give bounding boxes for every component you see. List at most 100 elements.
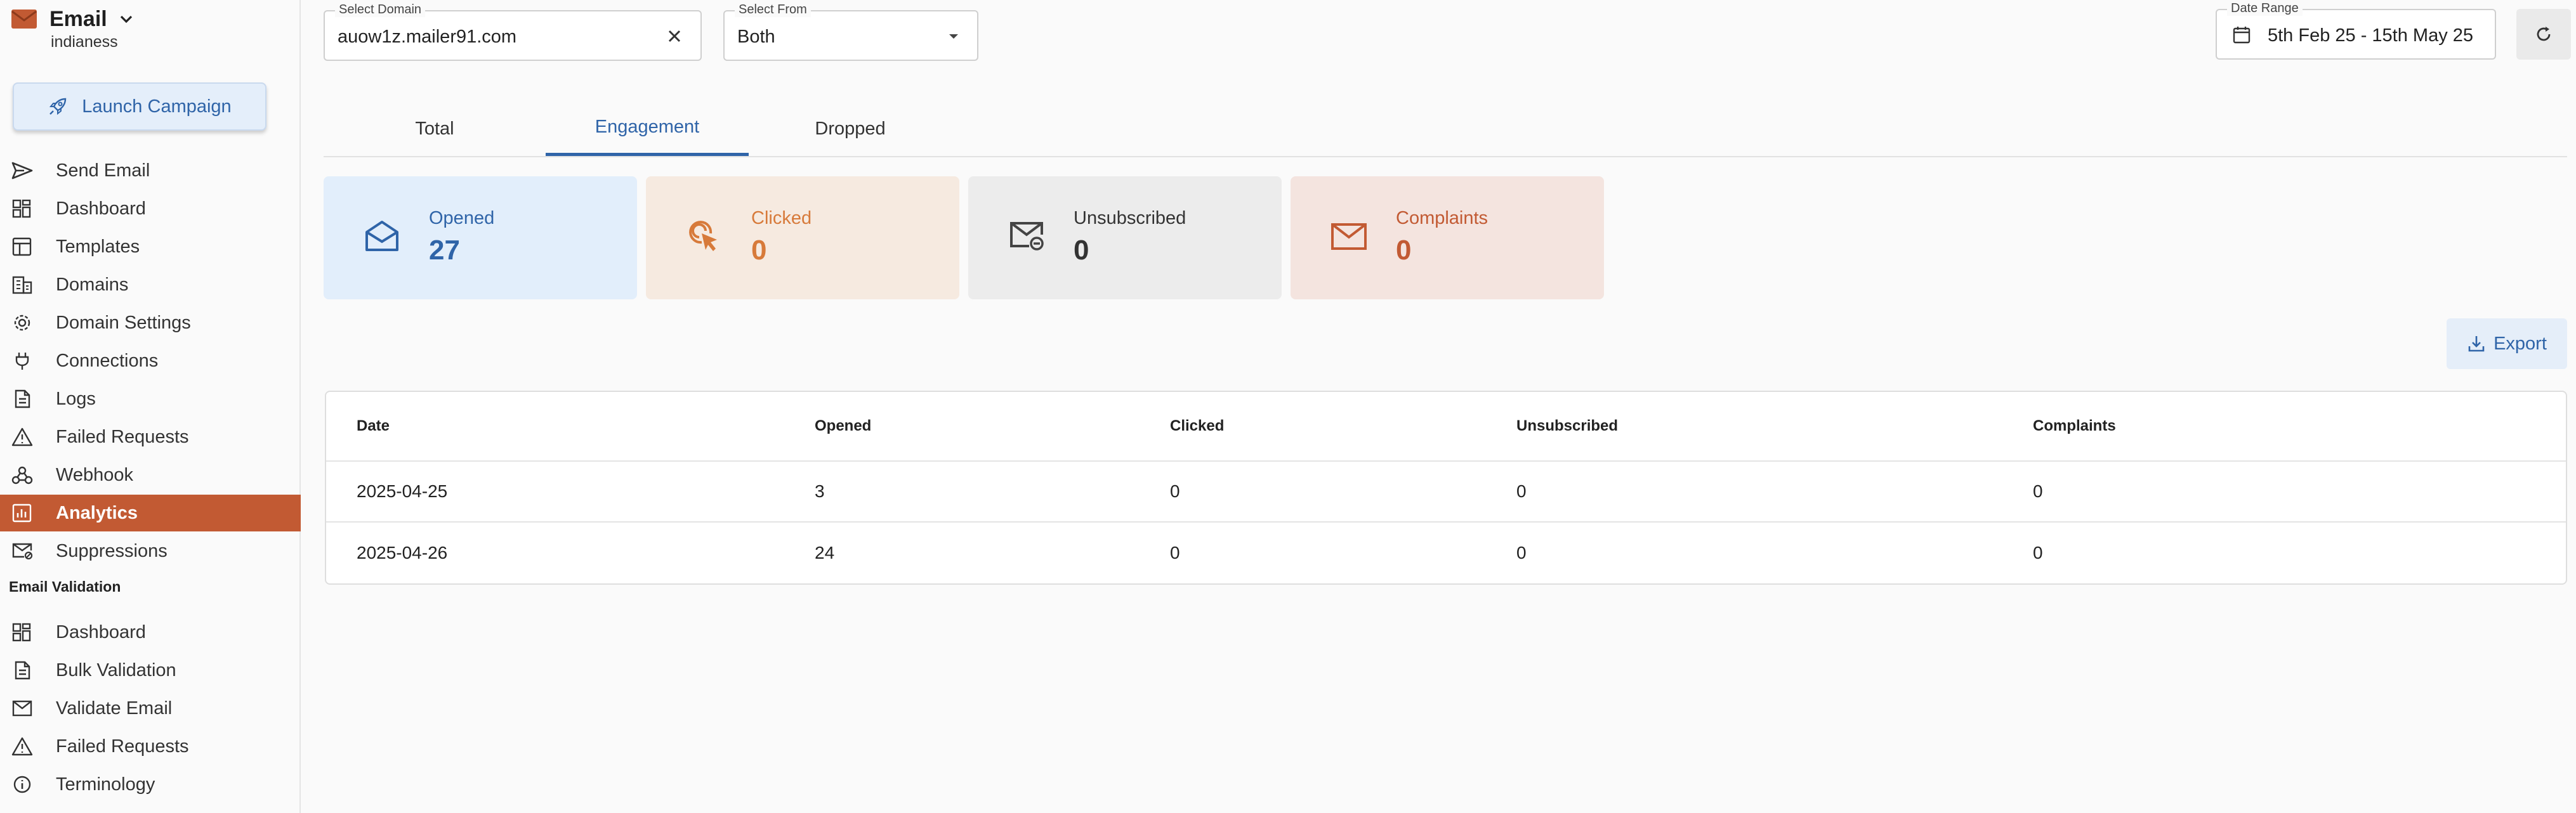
close-icon[interactable] — [664, 25, 685, 47]
webhook-icon — [11, 466, 33, 485]
sidebar-item-label: Dashboard — [56, 621, 146, 642]
cell-clicked: 0 — [1170, 481, 1180, 501]
complaints-label: Complaints — [1396, 208, 1488, 228]
unsubscribed-label: Unsubscribed — [1074, 208, 1186, 228]
mail-block-icon — [12, 543, 33, 560]
column-header-opened[interactable]: Opened — [815, 392, 871, 460]
cell-date: 2025-04-25 — [357, 481, 448, 501]
tab-engagement[interactable]: Engagement — [546, 101, 749, 156]
domain-select-value: auow1z.mailer91.com — [338, 27, 517, 47]
cell-date: 2025-04-26 — [357, 543, 448, 563]
brand-title: Email — [49, 6, 107, 31]
mail-icon — [1331, 223, 1367, 250]
caret-down-icon — [949, 34, 958, 39]
tab-dropped[interactable]: Dropped — [749, 101, 952, 156]
launch-campaign-label: Launch Campaign — [82, 96, 232, 117]
sidebar-item-analytics[interactable]: Analytics — [0, 495, 301, 531]
sidebar-item-webhook[interactable]: Webhook — [0, 457, 301, 493]
complaints-card: Complaints 0 — [1291, 176, 1604, 299]
sidebar-item-label: Terminology — [56, 774, 155, 795]
export-label: Export — [2494, 333, 2547, 354]
sidebar-item-terminology[interactable]: Terminology — [0, 766, 301, 803]
sidebar-item-domains[interactable]: Domains — [0, 266, 301, 303]
sidebar-item-domain-settings[interactable]: Domain Settings — [0, 304, 301, 341]
document-icon — [15, 661, 30, 680]
cell-unsubscribed: 0 — [1516, 481, 1527, 501]
column-header-complaints[interactable]: Complaints — [2033, 392, 2116, 460]
domain-select[interactable]: Select Domain auow1z.mailer91.com — [324, 3, 702, 61]
warning-icon — [11, 737, 33, 756]
cell-complaints: 0 — [2033, 481, 2043, 501]
gear-icon — [14, 315, 30, 331]
account-name: indianess — [51, 33, 118, 51]
sidebar-item-label: Domains — [56, 274, 129, 295]
sidebar-item-label: Templates — [56, 236, 140, 257]
opened-label: Opened — [429, 208, 495, 228]
export-button[interactable]: Export — [2447, 318, 2567, 369]
sidebar-item-label: Webhook — [56, 464, 133, 485]
warning-icon — [11, 427, 33, 446]
sidebar-item-connections[interactable]: Connections — [0, 342, 301, 379]
table-row[interactable]: 2025-04-26 24 0 0 0 — [326, 523, 2566, 583]
cell-opened: 3 — [815, 481, 825, 501]
dashboard-icon — [12, 623, 31, 642]
select-from-value: Both — [737, 27, 775, 47]
launch-campaign-button[interactable]: Launch Campaign — [13, 82, 266, 131]
opened-card: Opened 27 — [324, 176, 637, 299]
date-range-picker[interactable]: Date Range 5th Feb 25 - 15th May 25 — [2216, 1, 2496, 60]
refresh-button[interactable] — [2516, 9, 2571, 60]
date-range-value: 5th Feb 25 - 15th May 25 — [2268, 25, 2474, 46]
mail-unsubscribe-icon — [1010, 222, 1044, 250]
cell-clicked: 0 — [1170, 543, 1180, 563]
sidebar-item-label: Bulk Validation — [56, 660, 176, 680]
column-header-date[interactable]: Date — [357, 392, 390, 460]
engagement-table: Date Opened Clicked Unsubscribed Complai… — [325, 391, 2567, 585]
sidebar-item-label: Connections — [56, 350, 159, 371]
tab-total[interactable]: Total — [324, 101, 546, 156]
column-header-clicked[interactable]: Clicked — [1170, 392, 1224, 460]
send-icon — [11, 162, 33, 179]
email-validation-section-title: Email Validation — [9, 578, 121, 595]
clicked-value: 0 — [751, 235, 767, 266]
select-from-dropdown[interactable]: Select From Both — [723, 3, 978, 61]
cell-opened: 24 — [815, 543, 835, 563]
domain-select-label: Select Domain — [335, 3, 426, 17]
sidebar-item-bulk-validation[interactable]: Bulk Validation — [0, 652, 301, 689]
refresh-icon — [2537, 27, 2551, 41]
chevron-down-icon[interactable] — [119, 11, 134, 27]
download-icon — [2468, 336, 2485, 352]
sidebar: Email indianess Launch Campaign Send Ema… — [0, 0, 301, 813]
sidebar-item-failed-requests[interactable]: Failed Requests — [0, 419, 301, 455]
calendar-icon — [2233, 27, 2251, 44]
opened-value: 27 — [429, 235, 460, 266]
sidebar-item-dashboard[interactable]: Dashboard — [0, 190, 301, 227]
sidebar-item-label: Failed Requests — [56, 426, 189, 447]
clicked-label: Clicked — [751, 208, 812, 228]
sidebar-item-send-email[interactable]: Send Email — [0, 152, 301, 189]
document-icon — [15, 389, 30, 408]
sidebar-item-label: Logs — [56, 388, 96, 409]
unsubscribed-value: 0 — [1074, 235, 1089, 266]
sidebar-item-validation-failed-requests[interactable]: Failed Requests — [0, 728, 301, 765]
brand-switcher[interactable]: Email — [11, 5, 134, 33]
rocket-icon — [49, 98, 67, 115]
sidebar-item-templates[interactable]: Templates — [0, 228, 301, 265]
sidebar-item-validation-dashboard[interactable]: Dashboard — [0, 614, 301, 651]
complaints-value: 0 — [1396, 235, 1412, 266]
column-header-unsubscribed[interactable]: Unsubscribed — [1516, 392, 1618, 460]
cell-unsubscribed: 0 — [1516, 543, 1527, 563]
sidebar-item-label: Validate Email — [56, 698, 173, 719]
select-from-label: Select From — [735, 3, 811, 17]
click-icon — [689, 221, 717, 251]
clicked-card: Clicked 0 — [646, 176, 959, 299]
sidebar-item-label: Suppressions — [56, 540, 168, 561]
info-icon — [13, 776, 31, 793]
analytics-tabs: Total Engagement Dropped — [324, 101, 2567, 157]
sidebar-item-validate-email[interactable]: Validate Email — [0, 690, 301, 727]
email-logo-icon — [11, 10, 37, 29]
table-row[interactable]: 2025-04-25 3 0 0 0 — [326, 462, 2566, 523]
unsubscribed-card: Unsubscribed 0 — [968, 176, 1282, 299]
sidebar-item-label: Domain Settings — [56, 312, 191, 333]
sidebar-item-suppressions[interactable]: Suppressions — [0, 533, 301, 569]
sidebar-item-logs[interactable]: Logs — [0, 380, 301, 417]
